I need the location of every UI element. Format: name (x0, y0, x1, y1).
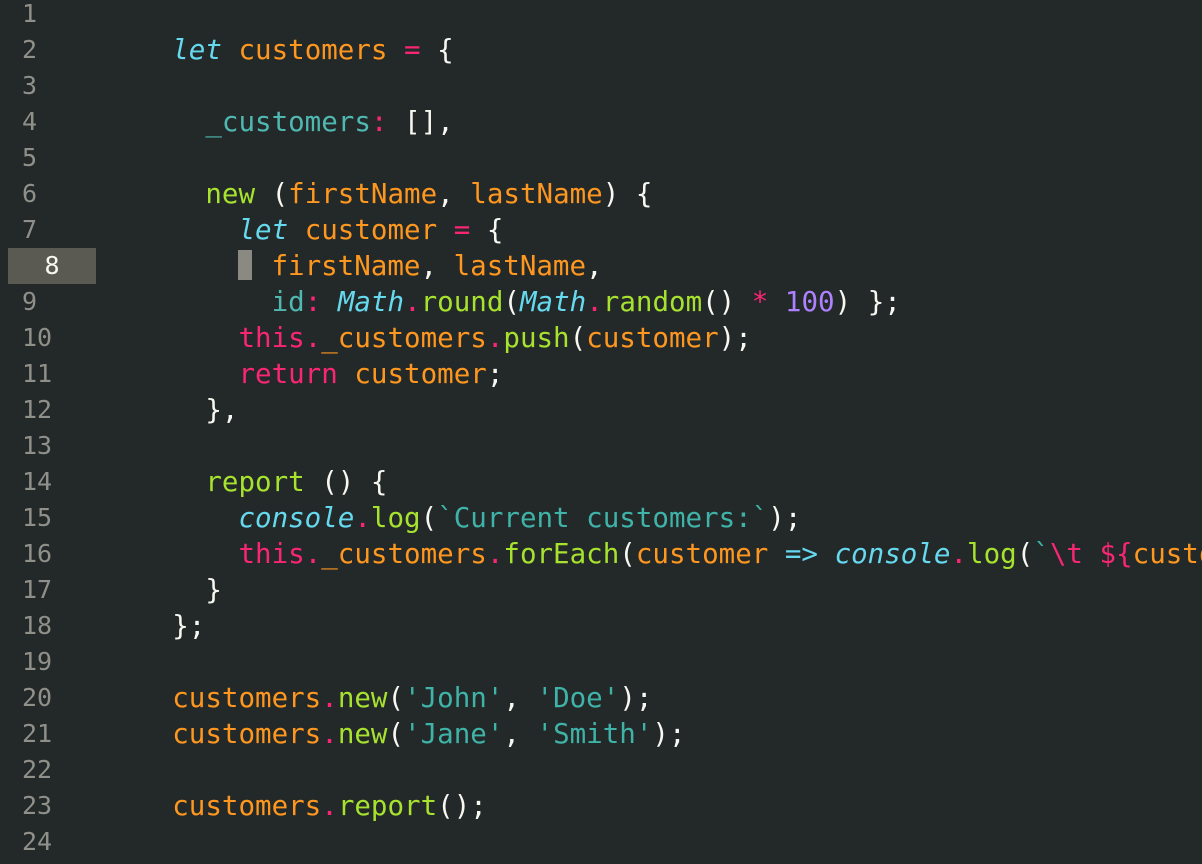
code-line[interactable]: 22 (0, 752, 1202, 788)
line-number: 16 (22, 539, 53, 568)
line-number: 13 (22, 431, 53, 460)
code-line[interactable]: 20 customers.new('John', 'Doe'); (0, 680, 1202, 716)
line-number: 5 (22, 143, 38, 172)
code-line[interactable]: 3 (0, 68, 1202, 104)
line-number: 4 (22, 107, 38, 136)
line-number: 24 (22, 827, 53, 856)
code-line[interactable]: 15 console.log(`Current customers:`); (0, 500, 1202, 536)
text-cursor (238, 250, 253, 280)
code-line[interactable]: 1 (0, 0, 1202, 32)
code-line[interactable]: 14 report () { (0, 464, 1202, 500)
code-line[interactable]: 5 (0, 140, 1202, 176)
code-text: let customer = { (238, 214, 504, 246)
code-line[interactable]: 16 this._customers.forEach(customer => c… (0, 536, 1202, 572)
code-line[interactable]: 4 _customers: [], (0, 104, 1202, 140)
line-number: 19 (22, 647, 53, 676)
code-text: id: Math.round(Math.random() * 100) }; (271, 286, 901, 318)
code-line[interactable]: 11 return customer; (0, 356, 1202, 392)
code-line[interactable]: 19 (0, 644, 1202, 680)
line-number: 1 (22, 0, 38, 28)
code-text: report () { (205, 466, 388, 498)
line-number: 9 (22, 287, 38, 316)
line-number: 18 (22, 611, 53, 640)
code-text: _customers: [], (205, 106, 454, 138)
line-number: 15 (22, 503, 53, 532)
line-number: 3 (22, 71, 38, 100)
line-number: 23 (22, 791, 53, 820)
line-number-active: 8 (8, 248, 96, 284)
code-text: return customer; (238, 358, 504, 390)
line-number: 2 (22, 35, 38, 64)
line-number: 14 (22, 467, 53, 496)
code-line[interactable]: 7 let customer = { (0, 212, 1202, 248)
code-text: } (106, 574, 222, 606)
code-text: customers.new('John', 'Doe'); (172, 682, 653, 714)
code-text: this._customers.push(customer); (238, 322, 752, 354)
line-number: 21 (22, 719, 53, 748)
code-line[interactable]: 23 customers.report(); (0, 788, 1202, 824)
code-text: }; (106, 610, 206, 642)
code-line[interactable]: 13 (0, 428, 1202, 464)
line-number: 12 (22, 395, 53, 424)
code-text: customers.report(); (172, 790, 487, 822)
code-text: }, (106, 394, 239, 426)
code-line[interactable]: 2 let customers = { (0, 32, 1202, 68)
line-number: 7 (22, 215, 38, 244)
code-text: this._customers.forEach(customer => cons… (238, 538, 1202, 570)
code-text: let customers = { (172, 34, 454, 66)
code-text: firstName, lastName, (106, 248, 603, 284)
code-line-active[interactable]: 8 firstName, lastName, (0, 248, 1202, 284)
code-line[interactable]: 21 customers.new('Jane', 'Smith'); (0, 716, 1202, 752)
line-number: 6 (22, 179, 38, 208)
code-line[interactable]: 6 new (firstName, lastName) { (0, 176, 1202, 212)
code-text: customers.new('Jane', 'Smith'); (172, 718, 686, 750)
line-number: 11 (22, 359, 53, 388)
code-text: console.log(`Current customers:`); (238, 502, 802, 534)
line-number: 10 (22, 323, 53, 352)
code-line[interactable]: 24 (0, 824, 1202, 860)
line-number: 20 (22, 683, 53, 712)
code-text: new (firstName, lastName) { (205, 178, 653, 210)
line-number: 22 (22, 755, 53, 784)
code-line[interactable]: 12 }, (0, 392, 1202, 428)
code-line[interactable]: 10 this._customers.push(customer); (0, 320, 1202, 356)
line-number: 17 (22, 575, 53, 604)
code-line[interactable]: 18 }; (0, 608, 1202, 644)
code-editor[interactable]: 1 2 let customers = { 3 4 _customers: []… (0, 0, 1202, 864)
code-line[interactable]: 9 id: Math.round(Math.random() * 100) }; (0, 284, 1202, 320)
code-line[interactable]: 17 } (0, 572, 1202, 608)
